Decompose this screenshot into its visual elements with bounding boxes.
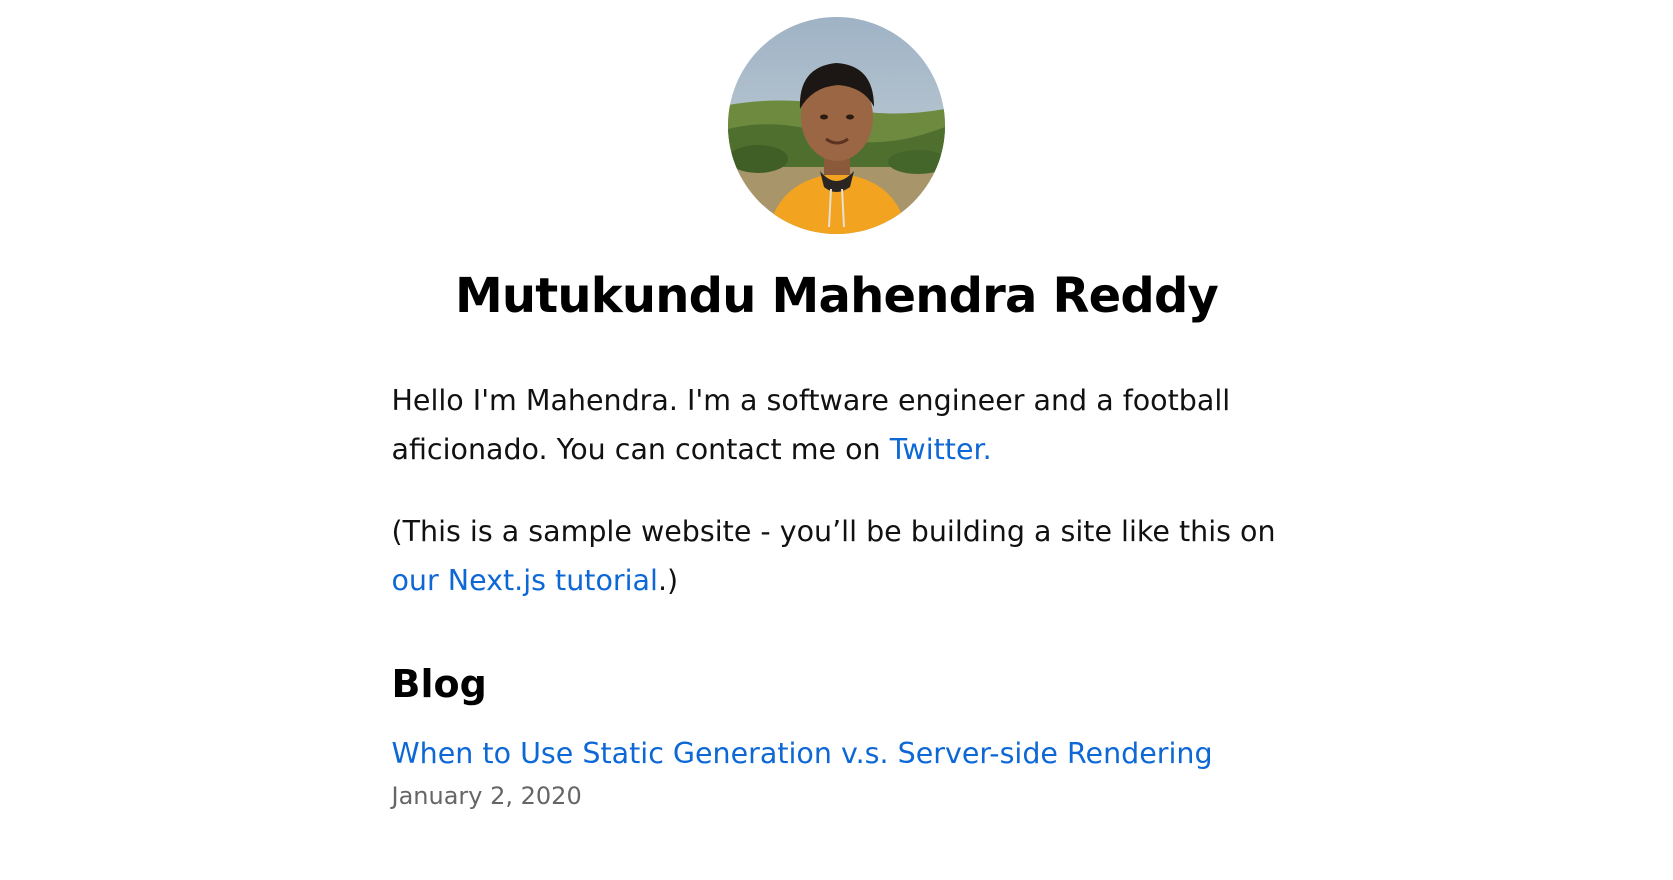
intro-section: Hello I'm Mahendra. I'm a software engin… (392, 376, 1282, 605)
blog-post-list: When to Use Static Generation v.s. Serve… (392, 733, 1282, 813)
profile-photo-icon (728, 17, 945, 234)
note-prefix: (This is a sample website - you’ll be bu… (391, 515, 1276, 548)
nextjs-tutorial-link[interactable]: our Next.js tutorial (392, 564, 658, 597)
tutorial-note: (This is a sample website - you’ll be bu… (392, 507, 1282, 605)
blog-post-link[interactable]: When to Use Static Generation v.s. Serve… (392, 733, 1213, 775)
profile-header: Mutukundu Mahendra Reddy (392, 0, 1282, 328)
blog-post-item: When to Use Static Generation v.s. Serve… (392, 733, 1282, 813)
intro-paragraph: Hello I'm Mahendra. I'm a software engin… (392, 376, 1282, 474)
blog-post-date: January 2, 2020 (391, 782, 582, 810)
note-suffix: .) (657, 564, 679, 597)
intro-text: Hello I'm Mahendra. I'm a software engin… (391, 384, 1231, 466)
page-container: Mutukundu Mahendra Reddy Hello I'm Mahen… (392, 0, 1282, 813)
profile-avatar (728, 17, 945, 234)
blog-section: Blog When to Use Static Generation v.s. … (392, 659, 1282, 813)
page-title: Mutukundu Mahendra Reddy (454, 268, 1219, 324)
twitter-link[interactable]: Twitter. (890, 433, 992, 466)
blog-heading: Blog (391, 662, 487, 706)
